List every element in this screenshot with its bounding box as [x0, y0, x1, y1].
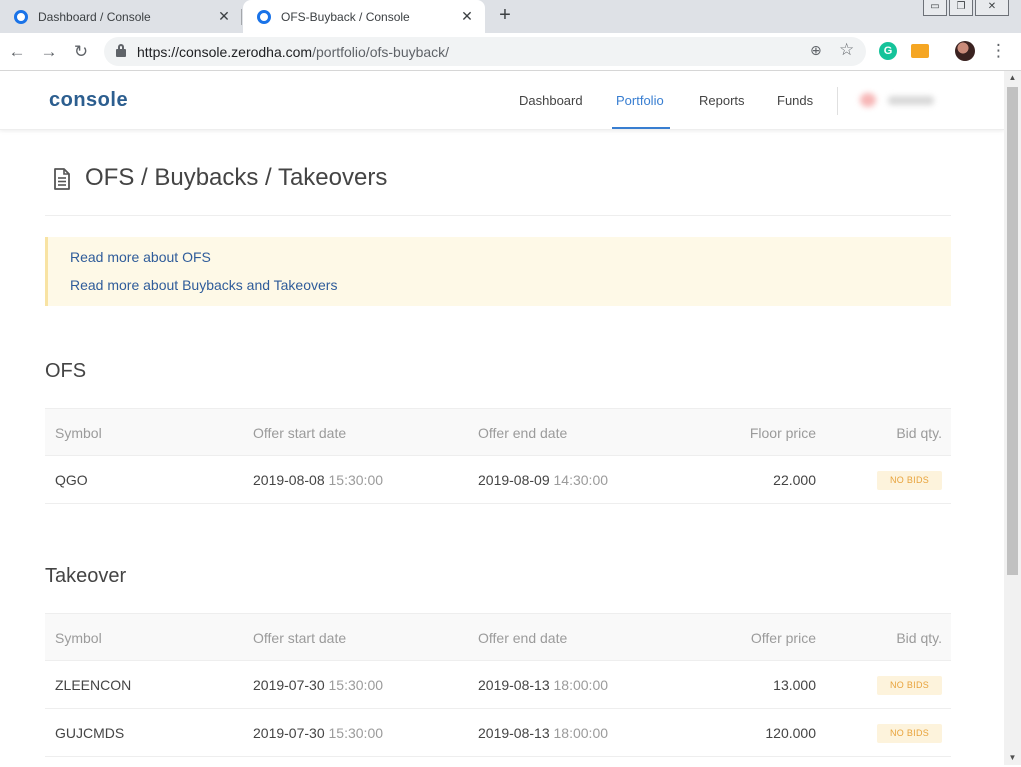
address-bar[interactable]: https://console.zerodha.com/portfolio/of…: [104, 37, 866, 66]
user-menu[interactable]: [860, 93, 934, 107]
nav-portfolio[interactable]: Portfolio: [616, 93, 664, 108]
lock-icon: [116, 44, 126, 57]
column-header[interactable]: Symbol: [55, 425, 102, 441]
end-date-cell: 2019-08-13 18:00:00: [478, 725, 608, 741]
read-more-ofs-link[interactable]: Read more about OFS: [70, 249, 211, 265]
tab-separator: [241, 9, 242, 25]
date: 2019-08-09: [478, 472, 550, 488]
page-scrollbar[interactable]: ▲ ▼: [1004, 71, 1021, 765]
column-header[interactable]: Offer end date: [478, 630, 567, 646]
table-header: Symbol Offer start date Offer end date O…: [45, 613, 951, 661]
no-bids-badge: NO BIDS: [877, 471, 942, 490]
forward-arrow-icon[interactable]: →: [38, 41, 60, 63]
time: 18:00:00: [553, 725, 609, 741]
page-title-row: OFS / Buybacks / Takeovers: [45, 156, 951, 216]
extension-icon[interactable]: [911, 44, 929, 58]
user-id-blurred: [888, 96, 934, 105]
page-viewport: console Dashboard Portfolio Reports Fund…: [0, 71, 1004, 765]
date: 2019-08-08: [253, 472, 325, 488]
symbol-cell: QGO: [55, 472, 88, 488]
price-cell: 13.000: [773, 677, 816, 693]
column-header[interactable]: Bid qty.: [896, 425, 942, 441]
nav-funds[interactable]: Funds: [777, 93, 813, 108]
column-header[interactable]: Bid qty.: [896, 630, 942, 646]
reload-icon[interactable]: ↻: [70, 41, 92, 63]
price-cell: 22.000: [773, 472, 816, 488]
end-date-cell: 2019-08-09 14:30:00: [478, 472, 608, 488]
date: 2019-07-30: [253, 725, 325, 741]
time: 15:30:00: [328, 472, 384, 488]
scroll-up-arrow-icon[interactable]: ▲: [1004, 71, 1021, 85]
tab-title: OFS-Buyback / Console: [281, 9, 410, 24]
browser-tab-bar: Dashboard / Console ✕ OFS-Buyback / Cons…: [0, 0, 1021, 33]
back-arrow-icon[interactable]: ←: [6, 41, 28, 63]
symbol-cell: GUJCMDS: [55, 725, 125, 741]
ofs-section-title: OFS: [45, 360, 87, 382]
start-date-cell: 2019-08-08 15:30:00: [253, 472, 383, 488]
browser-menu-icon[interactable]: ⋮: [990, 41, 1007, 61]
url-host: https://console.zerodha.com: [137, 44, 313, 60]
read-more-buyback-link[interactable]: Read more about Buybacks and Takeovers: [70, 277, 337, 293]
tab-close-icon[interactable]: ✕: [216, 8, 232, 25]
page-title: OFS / Buybacks / Takeovers: [85, 164, 388, 191]
no-bids-badge: NO BIDS: [877, 676, 942, 695]
browser-toolbar: ← → ↻ https://console.zerodha.com/portfo…: [0, 33, 1021, 71]
date: 2019-07-30: [253, 677, 325, 693]
console-logo[interactable]: console: [49, 89, 128, 112]
grammarly-extension-icon[interactable]: G: [879, 42, 897, 60]
column-header[interactable]: Offer end date: [478, 425, 567, 441]
column-header[interactable]: Floor price: [750, 425, 816, 441]
table-row[interactable]: GUJCMDS 2019-07-30 15:30:00 2019-08-13 1…: [45, 709, 951, 757]
table-header: Symbol Offer start date Offer end date F…: [45, 408, 951, 456]
start-date-cell: 2019-07-30 15:30:00: [253, 677, 383, 693]
site-header: console Dashboard Portfolio Reports Fund…: [0, 71, 1004, 130]
active-nav-indicator: [612, 127, 670, 129]
bookmark-star-icon[interactable]: ☆: [839, 40, 854, 60]
date: 2019-08-13: [478, 725, 550, 741]
user-avatar: [860, 93, 876, 107]
scroll-down-arrow-icon[interactable]: ▼: [1004, 751, 1021, 765]
column-header[interactable]: Offer start date: [253, 425, 346, 441]
window-close-button[interactable]: ✕: [975, 0, 1009, 16]
tab-close-icon[interactable]: ✕: [459, 8, 475, 25]
console-favicon-icon: [14, 9, 28, 24]
console-favicon-icon: [257, 9, 271, 24]
time: 15:30:00: [328, 725, 384, 741]
time: 15:30:00: [328, 677, 384, 693]
browser-tab-ofs-buyback[interactable]: OFS-Buyback / Console ✕: [243, 0, 485, 33]
nav-dashboard[interactable]: Dashboard: [519, 93, 583, 108]
tab-title: Dashboard / Console: [38, 9, 151, 24]
takeover-section-title: Takeover: [45, 565, 127, 587]
column-header[interactable]: Offer start date: [253, 630, 346, 646]
nav-reports[interactable]: Reports: [699, 93, 745, 108]
new-tab-button[interactable]: +: [494, 4, 516, 26]
window-controls: ▭ ❐ ✕: [921, 0, 1009, 16]
time: 14:30:00: [553, 472, 609, 488]
table-row[interactable]: ZLEENCON 2019-07-30 15:30:00 2019-08-13 …: [45, 661, 951, 709]
nav-divider: [837, 87, 838, 115]
start-date-cell: 2019-07-30 15:30:00: [253, 725, 383, 741]
price-cell: 120.000: [765, 725, 816, 741]
zoom-icon[interactable]: ⊕: [810, 42, 822, 59]
symbol-cell: ZLEENCON: [55, 677, 132, 693]
table-row[interactable]: QGO 2019-08-08 15:30:00 2019-08-09 14:30…: [45, 456, 951, 504]
info-notice: Read more about OFS Read more about Buyb…: [45, 237, 951, 306]
minimize-button[interactable]: ▭: [923, 0, 947, 16]
end-date-cell: 2019-08-13 18:00:00: [478, 677, 608, 693]
column-header[interactable]: Symbol: [55, 630, 102, 646]
profile-avatar[interactable]: [955, 41, 975, 61]
no-bids-badge: NO BIDS: [877, 724, 942, 743]
url-text: https://console.zerodha.com/portfolio/of…: [137, 44, 449, 60]
date: 2019-08-13: [478, 677, 550, 693]
time: 18:00:00: [553, 677, 609, 693]
browser-tab-dashboard[interactable]: Dashboard / Console ✕: [0, 0, 242, 33]
url-path: /portfolio/ofs-buyback/: [312, 44, 450, 60]
column-header[interactable]: Offer price: [751, 630, 816, 646]
restore-button[interactable]: ❐: [949, 0, 973, 16]
scrollbar-thumb[interactable]: [1007, 87, 1018, 575]
document-icon: [54, 168, 70, 190]
